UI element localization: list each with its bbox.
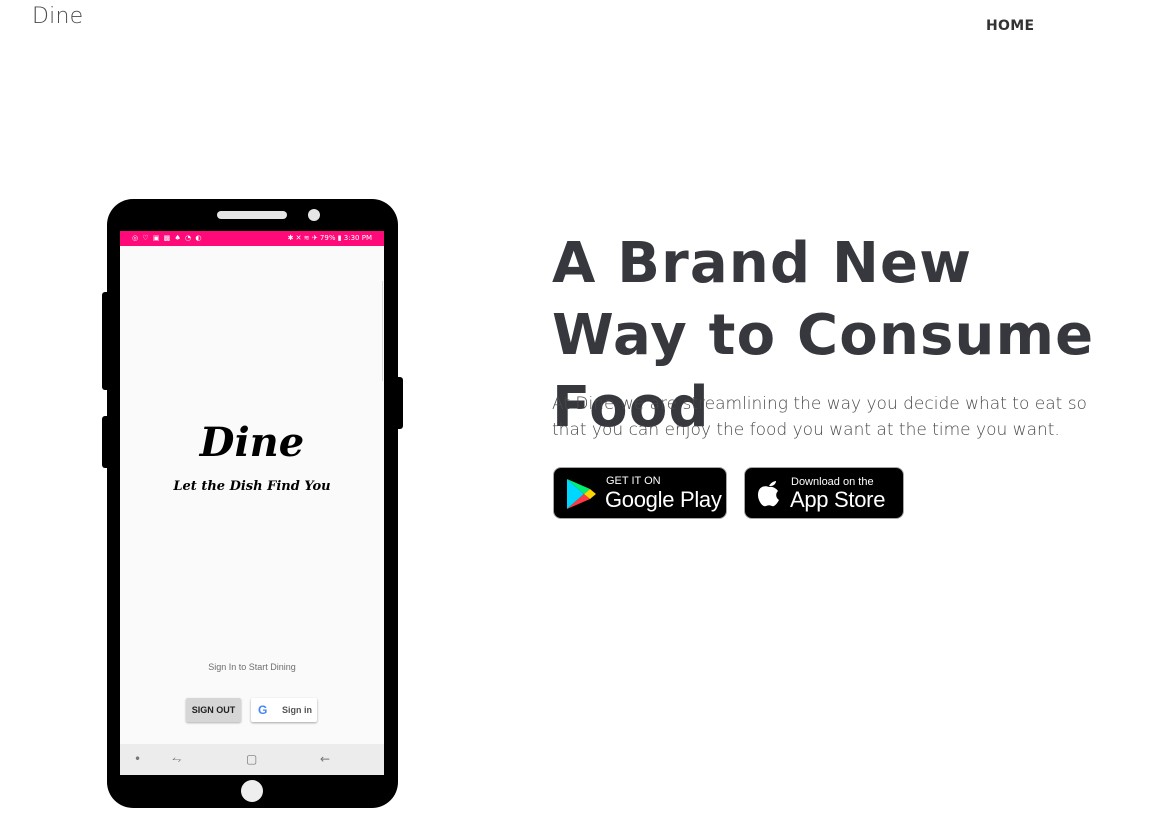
google-play-small-text: GET IT ON bbox=[606, 475, 661, 487]
google-play-button[interactable]: GET IT ON Google Play bbox=[553, 467, 727, 519]
hero-description: At Dine we are streamlining the way you … bbox=[552, 394, 1087, 440]
app-store-button[interactable]: Download on the App Store bbox=[744, 467, 904, 519]
scroll-indicator bbox=[382, 281, 383, 381]
apple-icon bbox=[758, 481, 779, 507]
recents-icon[interactable]: ⥊ bbox=[172, 744, 182, 775]
sign-out-button[interactable]: SIGN OUT bbox=[186, 698, 241, 722]
status-system-info: ✱ ✕ ≋ ✈ 79% ▮ 3:30 PM bbox=[287, 234, 372, 242]
phone-screen: ◎ ♡ ▣ ▩ ♠ ◔ ◐ ✱ ✕ ≋ ✈ 79% ▮ 3:30 PM Dine… bbox=[120, 231, 384, 775]
google-sign-in-label: Sign in bbox=[282, 705, 312, 715]
google-sign-in-button[interactable]: G Sign in bbox=[251, 698, 317, 722]
status-bar: ◎ ♡ ▣ ▩ ♠ ◔ ◐ ✱ ✕ ≋ ✈ 79% ▮ 3:30 PM bbox=[120, 231, 384, 246]
app-title: Dine bbox=[199, 419, 305, 466]
back-arrow-icon[interactable]: ← bbox=[320, 744, 330, 775]
google-play-icon bbox=[567, 479, 596, 509]
signin-prompt: Sign In to Start Dining bbox=[208, 662, 296, 672]
phone-camera bbox=[308, 209, 320, 221]
status-notification-icons: ◎ ♡ ▣ ▩ ♠ ◔ ◐ bbox=[132, 234, 203, 242]
app-store-big-text: App Store bbox=[790, 487, 886, 512]
brand-logo[interactable]: Dine bbox=[32, 4, 83, 29]
phone-mockup: ◎ ♡ ▣ ▩ ♠ ◔ ◐ ✱ ✕ ≋ ✈ 79% ▮ 3:30 PM Dine… bbox=[107, 199, 398, 808]
phone-home-button bbox=[241, 780, 263, 802]
google-g-icon: G bbox=[258, 703, 268, 717]
nav-home-link[interactable]: HOME bbox=[986, 18, 1034, 34]
android-nav-bar: • ⥊ ▢ ← bbox=[120, 744, 384, 775]
google-play-big-text: Google Play bbox=[605, 487, 722, 512]
app-tagline: Let the Dish Find You bbox=[173, 479, 331, 494]
nav-dot-icon[interactable]: • bbox=[134, 744, 141, 775]
phone-speaker bbox=[217, 211, 287, 219]
home-square-icon[interactable]: ▢ bbox=[246, 744, 257, 775]
